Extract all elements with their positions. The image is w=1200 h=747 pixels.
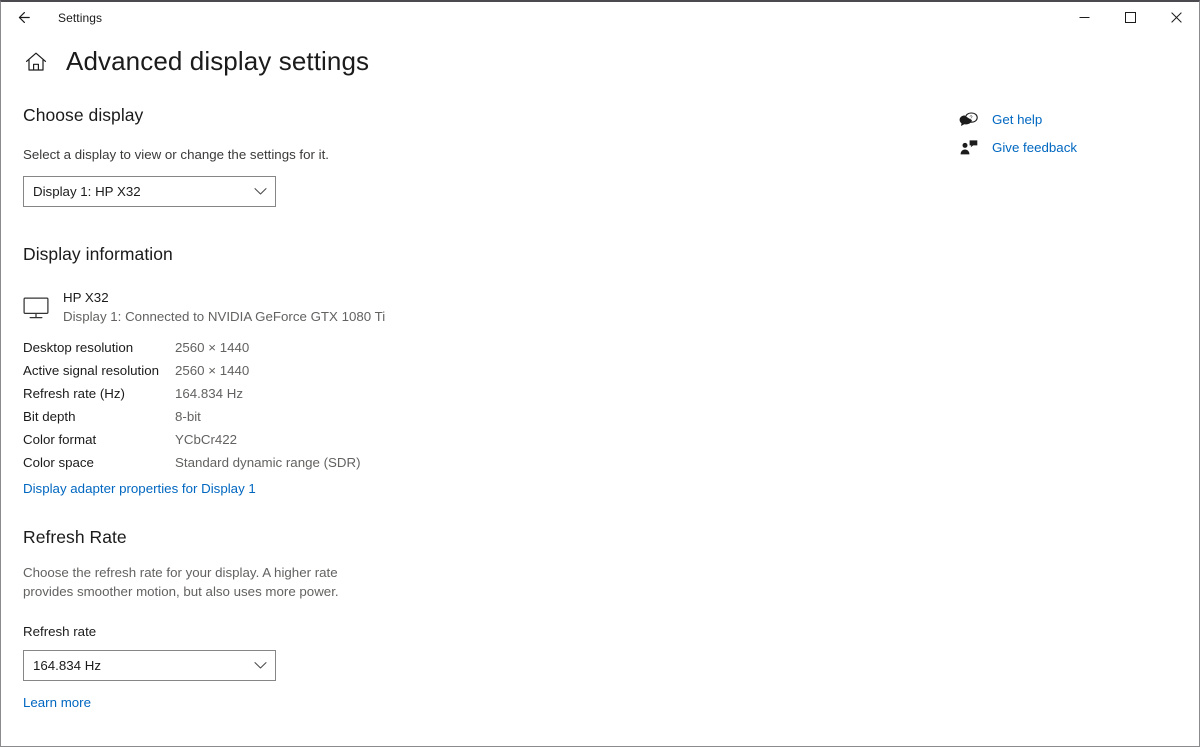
learn-more-link[interactable]: Learn more: [23, 695, 91, 710]
close-icon: [1170, 12, 1182, 23]
refresh-rate-description: Choose the refresh rate for your display…: [23, 565, 339, 599]
display-adapter-properties-link[interactable]: Display adapter properties for Display 1: [23, 481, 256, 496]
display-select[interactable]: Display 1: HP X32: [23, 176, 276, 207]
feedback-person-icon: [958, 137, 978, 157]
give-feedback-label: Give feedback: [992, 139, 1078, 155]
maximize-button[interactable]: [1107, 2, 1153, 33]
settings-window: Settings Advanced display settings ? Get…: [0, 0, 1200, 747]
row-value: 2560 × 1440: [175, 340, 250, 355]
get-help-link[interactable]: ? Get help: [958, 105, 1168, 133]
arrow-left-icon: [18, 12, 30, 23]
choose-display-section: Choose display Select a display to view …: [23, 105, 643, 207]
display-select-value: Display 1: HP X32: [33, 184, 141, 199]
display-info-table: Desktop resolution 2560 × 1440 Active si…: [23, 336, 361, 474]
display-information-heading: Display information: [23, 244, 173, 264]
table-row: Color format YCbCr422: [23, 428, 361, 451]
back-button[interactable]: [1, 2, 45, 33]
page-title: Advanced display settings: [66, 46, 370, 76]
table-row: Color space Standard dynamic range (SDR): [23, 451, 361, 474]
home-icon[interactable]: [23, 49, 49, 75]
table-row: Desktop resolution 2560 × 1440: [23, 336, 361, 359]
table-row: Bit depth 8-bit: [23, 405, 361, 428]
refresh-rate-heading: Refresh Rate: [23, 527, 127, 547]
monitor-connection: Display 1: Connected to NVIDIA GeForce G…: [63, 309, 386, 324]
get-help-label: Get help: [992, 111, 1043, 127]
row-value: 164.834 Hz: [175, 386, 244, 401]
titlebar-title: Settings: [58, 10, 103, 25]
refresh-rate-select-value: 164.834 Hz: [33, 658, 102, 673]
settings-content: Choose display Select a display to view …: [23, 105, 643, 712]
monitor-icon: [23, 297, 49, 319]
monitor-name: HP X32: [63, 290, 109, 305]
row-key: Active signal resolution: [23, 363, 159, 378]
row-value: YCbCr422: [175, 432, 238, 447]
table-row: Active signal resolution 2560 × 1440: [23, 359, 361, 382]
row-key: Bit depth: [23, 409, 76, 424]
row-key: Refresh rate (Hz): [23, 386, 125, 401]
help-chat-icon: ?: [958, 109, 978, 129]
chevron-down-icon: [254, 661, 267, 670]
svg-text:?: ?: [969, 115, 972, 121]
titlebar: Settings: [1, 2, 1199, 33]
row-key: Color space: [23, 455, 94, 470]
minimize-icon: [1079, 17, 1089, 18]
support-links: ? Get help Give feedback: [958, 105, 1168, 161]
row-value: Standard dynamic range (SDR): [175, 455, 361, 470]
give-feedback-link[interactable]: Give feedback: [958, 133, 1168, 161]
row-value: 8-bit: [175, 409, 201, 424]
table-row: Refresh rate (Hz) 164.834 Hz: [23, 382, 361, 405]
display-info-rows: Desktop resolution 2560 × 1440 Active si…: [23, 336, 361, 474]
row-key: Color format: [23, 432, 97, 447]
refresh-rate-select[interactable]: 164.834 Hz: [23, 650, 276, 681]
row-value: 2560 × 1440: [175, 363, 250, 378]
window-controls: [1061, 2, 1199, 33]
refresh-rate-section: Refresh Rate Choose the refresh rate for…: [23, 527, 643, 712]
row-key: Desktop resolution: [23, 340, 134, 355]
page-header: Advanced display settings: [23, 46, 369, 77]
chevron-down-icon: [254, 187, 267, 196]
display-information-section: Display information HP X32 Display 1: Co…: [23, 244, 643, 498]
monitor-summary: HP X32 Display 1: Connected to NVIDIA Ge…: [23, 289, 643, 327]
refresh-rate-field-label: Refresh rate: [23, 624, 97, 639]
minimize-button[interactable]: [1061, 2, 1107, 33]
maximize-icon: [1124, 12, 1136, 23]
choose-display-heading: Choose display: [23, 105, 144, 125]
choose-display-description: Select a display to view or change the s…: [23, 147, 329, 162]
close-button[interactable]: [1153, 2, 1199, 33]
